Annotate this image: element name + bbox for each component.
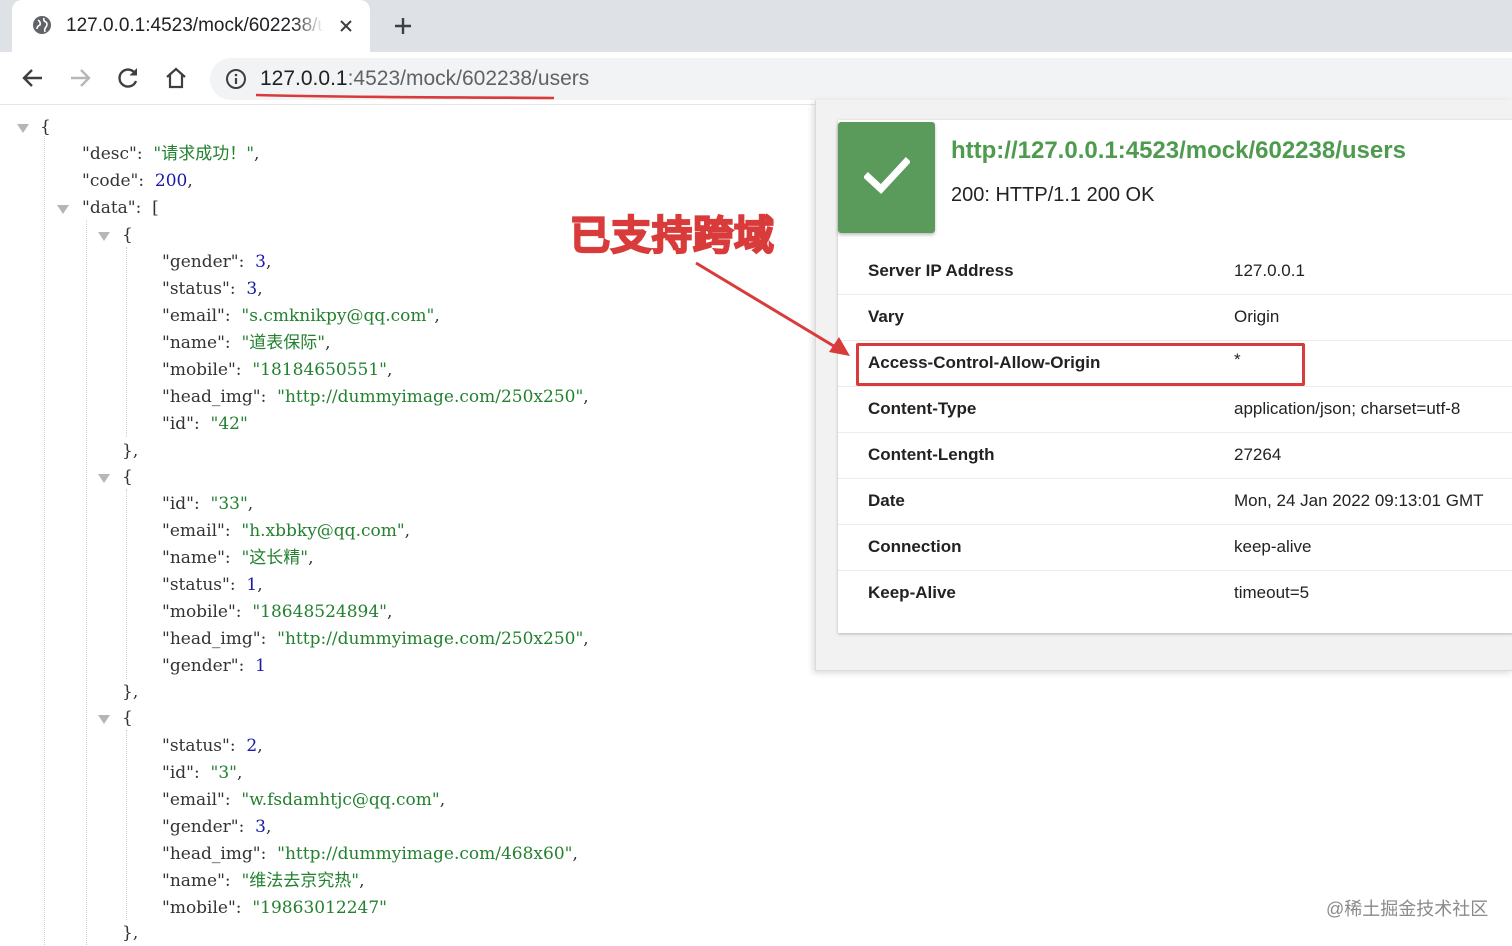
- json-line: "head_img": "http://dummyimage.com/250x2…: [162, 387, 589, 407]
- json-line: "status": 2,: [162, 736, 263, 756]
- json-line: "desc": "请求成功！",: [82, 144, 260, 164]
- header-name: Connection: [868, 537, 962, 556]
- header-name: Vary: [868, 307, 904, 326]
- new-tab-icon[interactable]: [392, 15, 414, 37]
- json-line: "email": "h.xbbky@qq.com",: [162, 521, 411, 541]
- browser-toolbar: 127.0.0.1:4523/mock/602238/users: [0, 52, 1512, 105]
- tab-strip: 127.0.0.1:4523/mock/602238/users: [0, 0, 1512, 52]
- info-icon[interactable]: [225, 68, 247, 90]
- header-value: 27264: [1234, 445, 1282, 464]
- header-value: application/json; charset=utf-8: [1234, 399, 1461, 418]
- check-icon: [864, 157, 910, 194]
- json-line: },: [122, 682, 139, 702]
- address-url[interactable]: 127.0.0.1:4523/mock/602238/users: [260, 67, 589, 91]
- json-line: "data": [: [82, 198, 159, 218]
- header-row: Connection keep-alive: [838, 524, 1512, 571]
- json-line: "gender": 3,: [162, 817, 272, 837]
- json-line: {: [40, 117, 51, 137]
- url-underline-annotation: [255, 93, 555, 100]
- json-line: "head_img": "http://dummyimage.com/468x6…: [162, 844, 578, 864]
- json-line: },: [122, 441, 139, 461]
- home-icon[interactable]: [163, 65, 189, 91]
- forward-icon[interactable]: [67, 65, 93, 91]
- status-line: 200: HTTP/1.1 200 OK: [951, 184, 1155, 206]
- collapse-toggle[interactable]: [98, 715, 110, 724]
- json-line: {: [122, 708, 133, 728]
- browser-tab[interactable]: 127.0.0.1:4523/mock/602238/users: [12, 0, 370, 52]
- json-line: "name": "道表保际",: [162, 333, 331, 353]
- header-row: Server IP Address 127.0.0.1: [838, 248, 1512, 295]
- header-name: Content-Type: [868, 399, 977, 418]
- header-value: Origin: [1234, 307, 1280, 326]
- header-row: Date Mon, 24 Jan 2022 09:13:01 GMT: [838, 478, 1512, 525]
- json-line: "gender": 3,: [162, 252, 272, 272]
- header-value: 127.0.0.1: [1234, 261, 1305, 280]
- json-line: "id": "33",: [162, 494, 254, 514]
- json-line: {: [122, 225, 133, 245]
- json-line: "mobile": "18184650551",: [162, 360, 393, 380]
- json-line: "gender": 1: [162, 656, 266, 676]
- header-value: timeout=5: [1234, 583, 1310, 602]
- json-line: "email": "s.cmknikpy@qq.com",: [162, 306, 440, 326]
- header-name: Server IP Address: [868, 261, 1014, 280]
- json-line: "mobile": "18648524894",: [162, 602, 393, 622]
- header-name: Date: [868, 491, 905, 510]
- close-icon[interactable]: [336, 16, 356, 36]
- json-line: "status": 3,: [162, 279, 263, 299]
- json-line: "name": "这长精",: [162, 548, 314, 568]
- request-url[interactable]: http://127.0.0.1:4523/mock/602238/users: [951, 136, 1406, 166]
- json-line: "id": "42": [162, 414, 248, 434]
- json-line: },: [122, 923, 139, 943]
- annotation-label: 已支持跨域: [569, 212, 775, 260]
- json-line: "name": "维法去京究热",: [162, 871, 365, 891]
- json-line: {: [122, 467, 133, 487]
- url-path: :4523/mock/602238/users: [347, 67, 590, 90]
- json-line: "head_img": "http://dummyimage.com/250x2…: [162, 629, 589, 649]
- header-value: keep-alive: [1234, 537, 1312, 556]
- json-line: "status": 1,: [162, 575, 263, 595]
- header-name: Content-Length: [868, 445, 995, 464]
- globe-icon: [33, 16, 51, 34]
- header-row: Content-Length 27264: [838, 432, 1512, 479]
- status-badge: [838, 122, 935, 233]
- header-row: Content-Type application/json; charset=u…: [838, 386, 1512, 433]
- tab-title: 127.0.0.1:4523/mock/602238/users: [66, 15, 324, 36]
- highlight-box-annotation: [856, 343, 1305, 386]
- header-row: Keep-Alive timeout=5: [838, 570, 1512, 616]
- json-line: "id": "3",: [162, 763, 243, 783]
- json-line: "code": 200,: [82, 171, 193, 191]
- url-host: 127.0.0.1: [260, 67, 348, 90]
- collapse-toggle[interactable]: [98, 474, 110, 483]
- collapse-toggle[interactable]: [17, 124, 29, 133]
- reload-icon[interactable]: [115, 65, 141, 91]
- collapse-toggle[interactable]: [57, 205, 69, 214]
- collapse-toggle[interactable]: [98, 232, 110, 241]
- back-icon[interactable]: [20, 65, 46, 91]
- header-value: Mon, 24 Jan 2022 09:13:01 GMT: [1234, 491, 1484, 510]
- watermark: @稀土掘金技术社区: [1326, 899, 1489, 919]
- arrow-icon: [695, 261, 850, 356]
- json-line: "mobile": "19863012247": [162, 898, 387, 918]
- header-row: Vary Origin: [838, 294, 1512, 341]
- header-name: Keep-Alive: [868, 583, 956, 602]
- json-line: "email": "w.fsdamhtjc@qq.com",: [162, 790, 446, 810]
